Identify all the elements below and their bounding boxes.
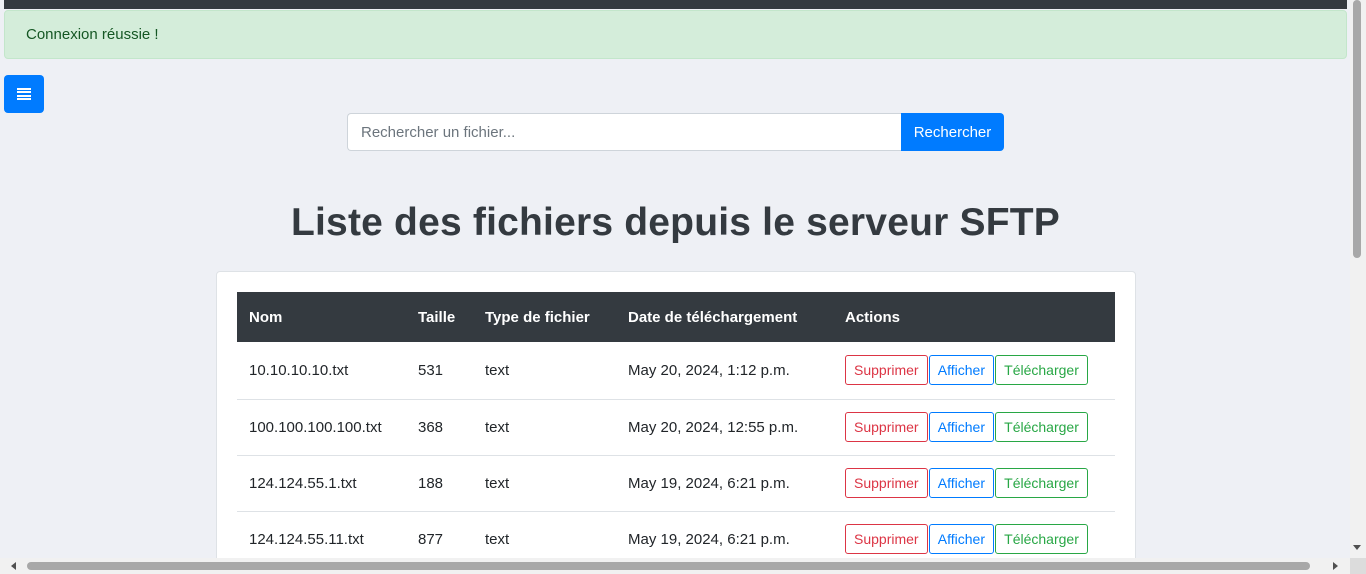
column-header-date: Date de téléchargement bbox=[628, 308, 798, 326]
horizontal-scrollbar[interactable] bbox=[0, 558, 1350, 574]
column-header-actions: Actions bbox=[845, 308, 901, 326]
scrollbar-corner bbox=[1350, 558, 1366, 574]
file-type: text bbox=[485, 361, 510, 379]
file-date: May 20, 2024, 12:55 p.m. bbox=[628, 418, 799, 436]
file-size: 531 bbox=[418, 361, 444, 379]
file-size: 188 bbox=[418, 474, 444, 492]
delete-button[interactable]: Supprimer bbox=[845, 468, 928, 498]
file-name: 10.10.10.10.txt bbox=[249, 361, 349, 379]
search-button[interactable]: Rechercher bbox=[901, 113, 1004, 151]
view-button[interactable]: Afficher bbox=[928, 524, 994, 554]
file-size: 368 bbox=[418, 418, 444, 436]
file-date: May 20, 2024, 1:12 p.m. bbox=[628, 361, 790, 379]
view-button[interactable]: Afficher bbox=[928, 412, 994, 442]
delete-button[interactable]: Supprimer bbox=[845, 355, 928, 386]
files-table: Nom Taille Type de fichier Date de téléc… bbox=[237, 292, 1115, 568]
file-type: text bbox=[485, 418, 510, 436]
view-button[interactable]: Afficher bbox=[928, 468, 994, 498]
scroll-right-arrow-icon[interactable] bbox=[1333, 562, 1338, 570]
table-header-row: Nom Taille Type de fichier Date de téléc… bbox=[237, 292, 1115, 342]
table-row: 124.124.55.1.txt 188 text May 19, 2024, … bbox=[237, 455, 1115, 511]
vertical-scrollbar-thumb[interactable] bbox=[1353, 0, 1361, 258]
delete-button[interactable]: Supprimer bbox=[845, 524, 928, 554]
sidebar-toggle-button[interactable] bbox=[4, 75, 44, 113]
alert-text: Connexion réussie ! bbox=[26, 26, 159, 43]
row-actions: Supprimer Afficher Télécharger bbox=[833, 399, 1115, 455]
delete-button[interactable]: Supprimer bbox=[845, 412, 928, 442]
vertical-scrollbar[interactable] bbox=[1350, 0, 1366, 558]
scroll-left-arrow-icon[interactable] bbox=[11, 562, 16, 570]
file-date: May 19, 2024, 6:21 p.m. bbox=[628, 474, 790, 492]
column-header-name: Nom bbox=[249, 308, 283, 326]
download-button[interactable]: Télécharger bbox=[995, 524, 1088, 554]
table-row: 10.10.10.10.txt 531 text May 20, 2024, 1… bbox=[237, 342, 1115, 399]
row-actions: Supprimer Afficher Télécharger bbox=[833, 342, 1115, 399]
top-navbar bbox=[4, 0, 1347, 9]
download-button[interactable]: Télécharger bbox=[995, 355, 1088, 386]
file-type: text bbox=[485, 474, 510, 492]
column-header-type: Type de fichier bbox=[485, 308, 590, 326]
row-actions: Supprimer Afficher Télécharger bbox=[833, 455, 1115, 511]
download-button[interactable]: Télécharger bbox=[995, 468, 1088, 498]
success-alert: Connexion réussie ! bbox=[4, 10, 1347, 59]
file-name: 100.100.100.100.txt bbox=[249, 418, 382, 436]
menu-icon bbox=[17, 88, 31, 100]
search-input[interactable] bbox=[347, 113, 901, 151]
column-header-size: Taille bbox=[418, 308, 456, 326]
page-title: Liste des fichiers depuis le serveur SFT… bbox=[291, 201, 1060, 244]
table-row: 100.100.100.100.txt 368 text May 20, 202… bbox=[237, 399, 1115, 455]
view-button[interactable]: Afficher bbox=[928, 355, 994, 386]
search-form: Rechercher bbox=[347, 113, 1004, 151]
scroll-down-arrow-icon[interactable] bbox=[1353, 545, 1361, 550]
download-button[interactable]: Télécharger bbox=[995, 412, 1088, 442]
file-name: 124.124.55.1.txt bbox=[249, 474, 357, 492]
horizontal-scrollbar-thumb[interactable] bbox=[27, 562, 1310, 570]
